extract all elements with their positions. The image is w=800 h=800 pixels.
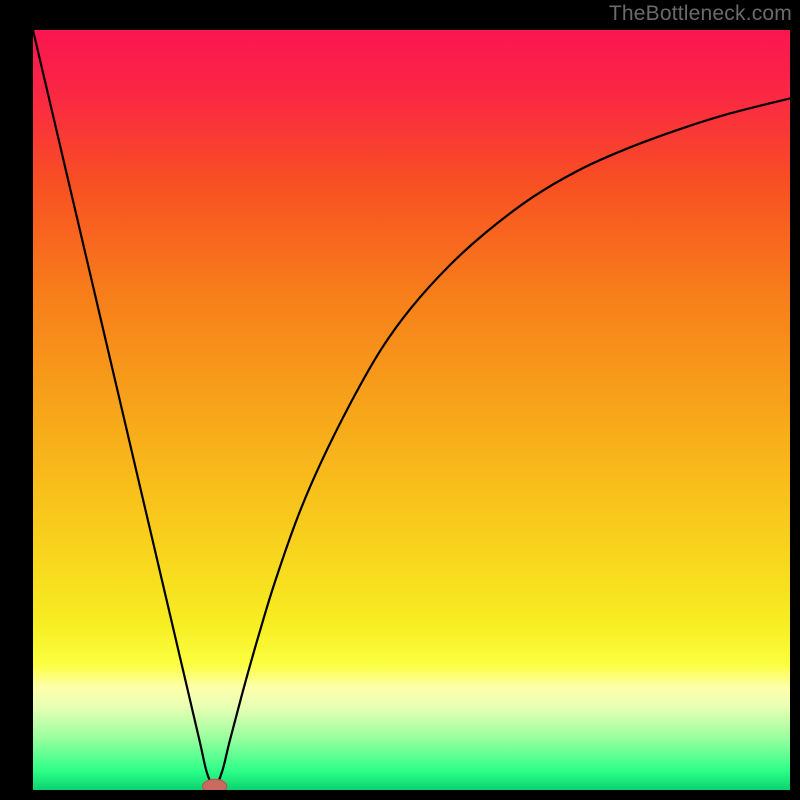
chart-frame: TheBottleneck.com <box>0 0 800 800</box>
plot-area <box>33 30 790 790</box>
chart-svg <box>33 30 790 790</box>
optimum-marker <box>203 779 227 790</box>
watermark-text: TheBottleneck.com <box>609 2 792 26</box>
gradient-background <box>33 30 790 790</box>
